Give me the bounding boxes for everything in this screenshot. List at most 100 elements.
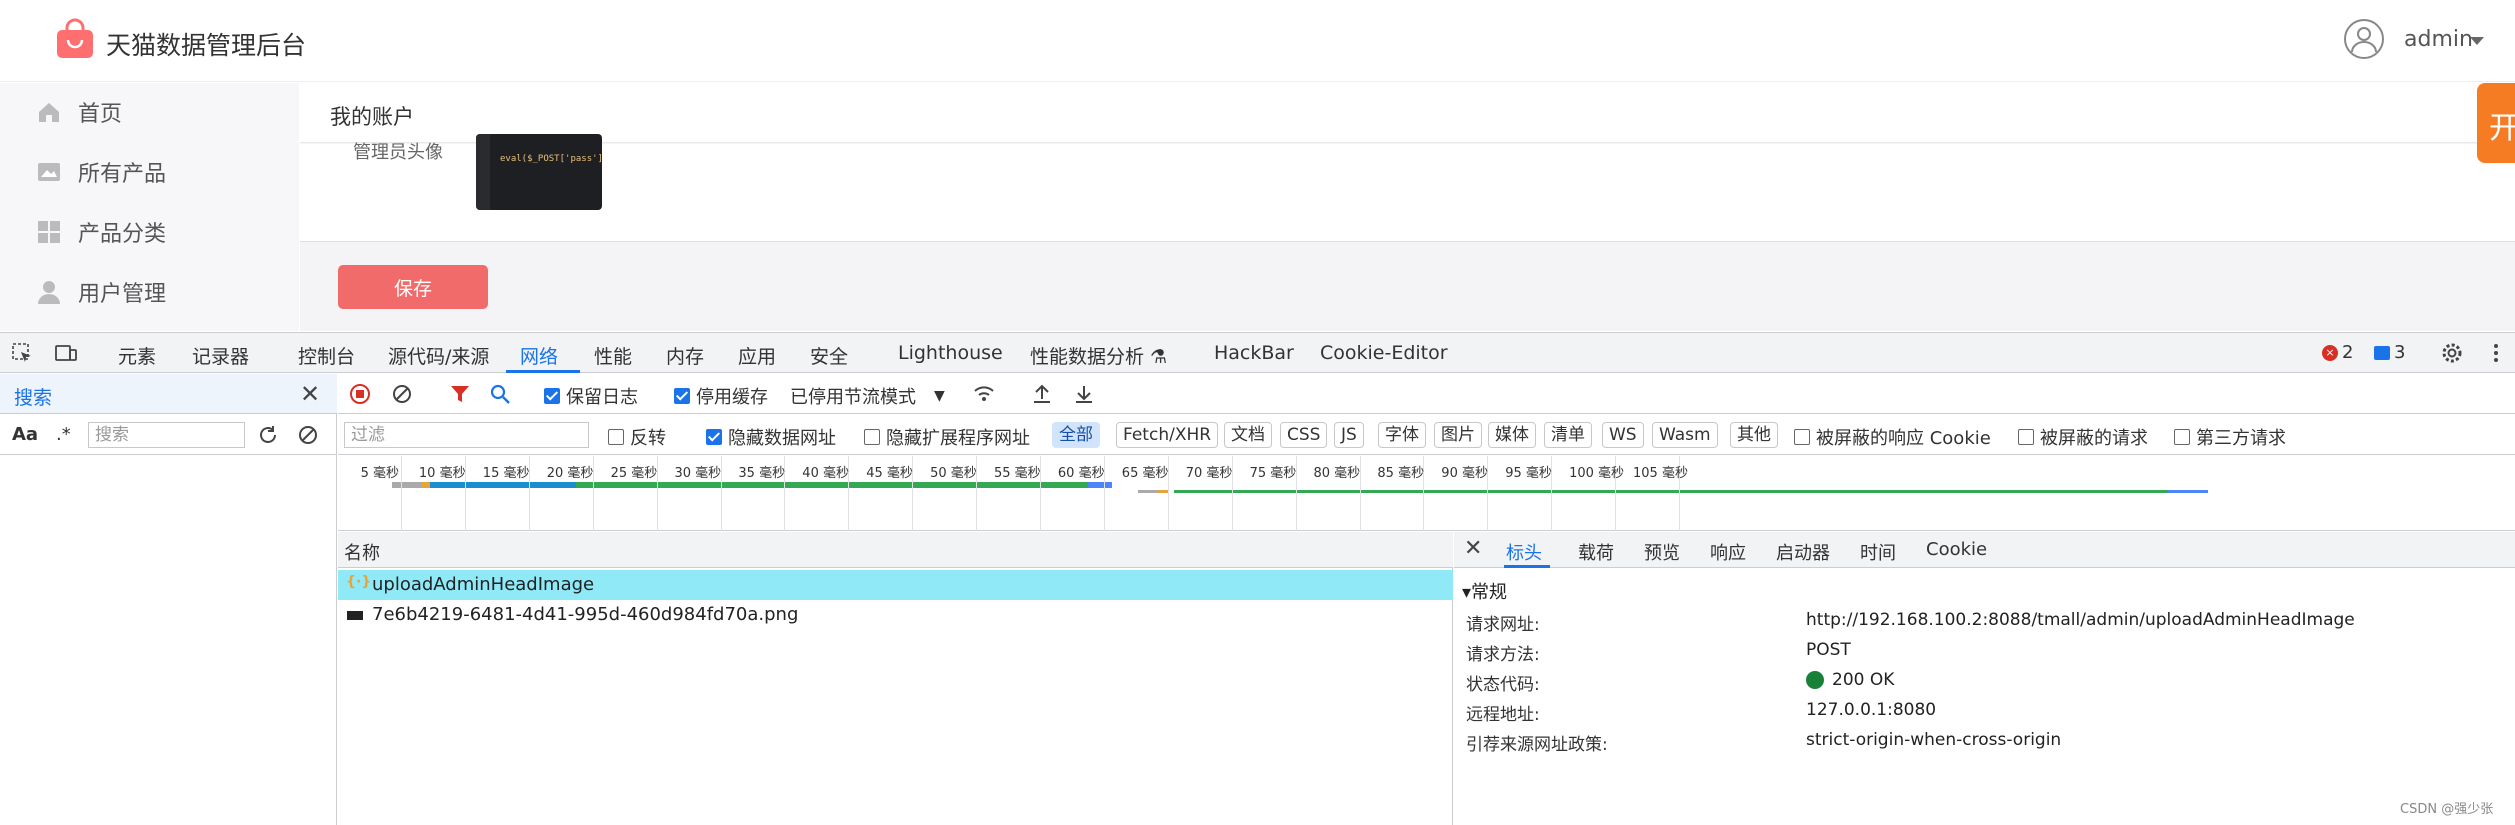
error-count-badge[interactable]: × 2	[2322, 342, 2353, 363]
checkbox-unchecked[interactable]	[2018, 429, 2034, 445]
tab-recorder[interactable]: 记录器	[192, 342, 249, 369]
tab-payload[interactable]: 载荷	[1578, 539, 1614, 565]
filter-type-wasm[interactable]: Wasm	[1652, 422, 1718, 448]
more-options-icon[interactable]	[2484, 341, 2508, 365]
checkbox-unchecked[interactable]	[2174, 429, 2190, 445]
timeline-tick-label: 100 毫秒	[1569, 466, 1625, 481]
tab-application[interactable]: 应用	[738, 342, 776, 369]
disable-cache-checkbox[interactable]: 停用缓存	[674, 383, 768, 409]
gear-icon[interactable]	[2440, 341, 2464, 365]
floating-side-tab[interactable]: 开	[2477, 83, 2515, 163]
filter-type-doc[interactable]: 文档	[1224, 422, 1272, 448]
column-header-name[interactable]: 名称	[344, 539, 380, 565]
sidebar-item-label: 产品分类	[78, 222, 167, 247]
sidebar-item-home[interactable]: 首页	[0, 83, 299, 141]
filter-type-other[interactable]: 其他	[1730, 422, 1778, 448]
tab-security[interactable]: 安全	[810, 342, 848, 369]
import-har-icon[interactable]	[1030, 382, 1054, 406]
tab-elements[interactable]: 元素	[118, 342, 156, 369]
network-conditions-icon[interactable]	[972, 382, 996, 406]
timeline-tick-label: 45 毫秒	[866, 466, 913, 481]
tab-response[interactable]: 响应	[1710, 539, 1746, 565]
tab-timing[interactable]: 时间	[1860, 539, 1896, 565]
tab-sources[interactable]: 源代码/来源	[388, 342, 489, 369]
web-app: 天猫数据管理后台 admin 首页 所有产品 产品分类 用户管理 我的账户 管理…	[0, 0, 2515, 331]
timeline-tick-label: 75 毫秒	[1249, 466, 1297, 481]
filter-type-media[interactable]: 媒体	[1488, 422, 1536, 448]
tab-initiator[interactable]: 启动器	[1776, 539, 1830, 565]
record-stop-icon[interactable]	[348, 382, 372, 406]
hide-extension-urls-label: 隐藏扩展程序网址	[886, 428, 1030, 449]
blocked-requests-checkbox[interactable]: 被屏蔽的请求	[2018, 424, 2148, 450]
avatar-preview-image[interactable]: eval($_POST['pass']);	[476, 134, 602, 210]
checkbox-unchecked[interactable]	[608, 429, 624, 445]
filter-icon[interactable]	[448, 382, 472, 406]
tab-cookies[interactable]: Cookie	[1926, 539, 1987, 560]
grid-icon	[38, 221, 60, 243]
match-case-toggle[interactable]: Aa	[12, 424, 38, 445]
filter-type-fetch-xhr[interactable]: Fetch/XHR	[1116, 422, 1219, 448]
filter-type-font[interactable]: 字体	[1378, 422, 1426, 448]
sidebar-item-products[interactable]: 所有产品	[0, 143, 299, 201]
inspect-element-icon[interactable]	[10, 341, 34, 365]
invert-checkbox[interactable]: 反转	[608, 424, 666, 450]
request-list-header[interactable]: 名称	[338, 532, 1453, 568]
clear-log-icon[interactable]	[390, 382, 414, 406]
preserve-log-checkbox[interactable]: 保留日志	[544, 383, 638, 409]
tab-performance-insights[interactable]: 性能数据分析 ⚗	[1030, 342, 1167, 369]
timeline-tick-label: 80 毫秒	[1313, 466, 1361, 481]
general-section-header[interactable]: ▾常规	[1462, 578, 1507, 604]
tab-console[interactable]: 控制台	[298, 342, 355, 369]
checkbox-checked[interactable]	[544, 388, 560, 404]
tab-performance[interactable]: 性能	[594, 342, 632, 369]
tab-lighthouse[interactable]: Lighthouse	[898, 342, 1003, 364]
tab-network[interactable]: 网络	[520, 342, 558, 369]
sidebar-item-categories[interactable]: 产品分类	[0, 203, 299, 261]
regex-toggle[interactable]: .*	[56, 424, 71, 445]
table-row[interactable]: {·} uploadAdminHeadImage	[338, 570, 1453, 600]
search-icon[interactable]	[488, 382, 512, 406]
blocked-cookies-checkbox[interactable]: 被屏蔽的响应 Cookie	[1794, 424, 1991, 450]
table-row[interactable]: 7e6b4219-6481-4d41-995d-460d984fd70a.png	[338, 600, 1453, 630]
search-input[interactable]	[88, 422, 245, 448]
device-toolbar-icon[interactable]	[54, 341, 78, 365]
user-avatar-icon[interactable]	[2343, 18, 2385, 60]
filter-type-all[interactable]: 全部	[1052, 422, 1100, 448]
hide-extension-urls-checkbox[interactable]: 隐藏扩展程序网址	[864, 424, 1030, 450]
tab-hackbar[interactable]: HackBar	[1214, 342, 1294, 364]
tab-headers[interactable]: 标头	[1506, 539, 1542, 565]
checkbox-checked[interactable]	[674, 388, 690, 404]
invert-label: 反转	[630, 428, 666, 449]
checkbox-checked[interactable]	[706, 429, 722, 445]
tab-preview[interactable]: 预览	[1644, 539, 1680, 565]
filter-type-js[interactable]: JS	[1334, 422, 1364, 448]
timeline-tick-label: 5 毫秒	[360, 466, 399, 481]
filter-type-ws[interactable]: WS	[1602, 422, 1644, 448]
checkbox-unchecked[interactable]	[1794, 429, 1810, 445]
request-method-text: POST	[1806, 640, 1851, 660]
filter-input[interactable]	[344, 422, 589, 448]
third-party-checkbox[interactable]: 第三方请求	[2174, 424, 2286, 450]
export-har-icon[interactable]	[1072, 382, 1096, 406]
filter-type-css[interactable]: CSS	[1280, 422, 1328, 448]
save-button[interactable]: 保存	[338, 265, 488, 309]
close-icon[interactable]: ✕	[1464, 536, 1482, 561]
hide-data-urls-checkbox[interactable]: 隐藏数据网址	[706, 424, 836, 450]
message-count-badge[interactable]: 3	[2374, 342, 2405, 363]
checkbox-unchecked[interactable]	[864, 429, 880, 445]
network-overview-timeline[interactable]: 5 毫秒 10 毫秒 15 毫秒 20 毫秒 25 毫秒 30 毫秒 35 毫秒 40 毫秒 4…	[338, 456, 2515, 531]
refresh-icon[interactable]	[256, 423, 280, 447]
tab-cookie-editor[interactable]: Cookie-Editor	[1320, 342, 1448, 364]
search-drawer-title[interactable]: 搜索	[14, 383, 52, 410]
filter-type-manifest[interactable]: 清单	[1544, 422, 1592, 448]
user-name[interactable]: admin	[2404, 27, 2473, 52]
close-icon[interactable]: ✕	[300, 380, 320, 408]
caret-down-icon[interactable]	[2470, 37, 2484, 45]
throttling-select[interactable]: 已停用节流模式 ▼	[790, 383, 945, 409]
sidebar-item-users[interactable]: 用户管理	[0, 263, 299, 321]
waterfall-bar	[430, 482, 576, 488]
filter-type-img[interactable]: 图片	[1434, 422, 1482, 448]
app-title: 天猫数据管理后台	[106, 31, 307, 60]
tab-memory[interactable]: 内存	[666, 342, 704, 369]
clear-icon[interactable]	[296, 423, 320, 447]
